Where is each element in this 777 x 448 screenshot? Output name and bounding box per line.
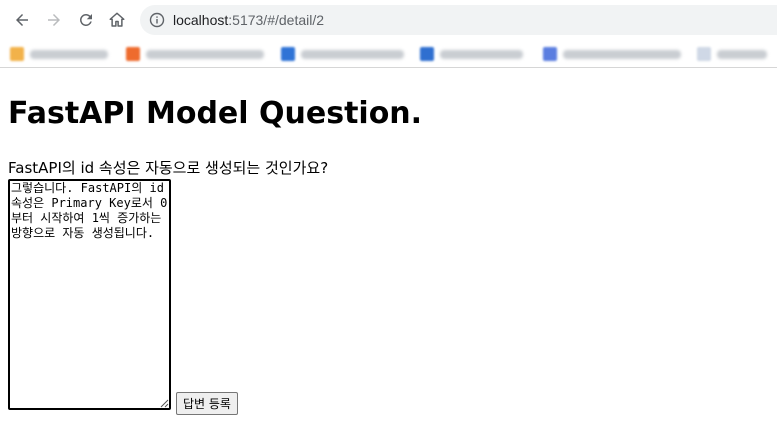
submit-answer-button[interactable]: 답변 등록 xyxy=(176,392,238,415)
reload-icon[interactable] xyxy=(75,9,97,31)
bookmark-item[interactable] xyxy=(281,46,406,62)
resize-grip-icon[interactable] xyxy=(159,398,169,408)
home-icon[interactable] xyxy=(106,9,128,31)
bookmark-favicon-icon xyxy=(697,47,711,61)
bookmark-item[interactable] xyxy=(420,46,525,62)
info-icon[interactable] xyxy=(149,12,165,28)
bookmark-item[interactable] xyxy=(10,46,110,62)
bookmark-item[interactable] xyxy=(543,46,683,62)
url-text: localhost:5173/#/detail/2 xyxy=(173,12,325,28)
question-text: FastAPI의 id 속성은 자동으로 생성되는 것인가요? xyxy=(8,159,329,177)
page-title: FastAPI Model Question. xyxy=(8,96,423,131)
bookmark-item[interactable] xyxy=(126,46,266,62)
bookmarks-bar xyxy=(0,40,777,68)
bookmark-favicon-icon xyxy=(10,47,24,61)
bookmark-favicon-icon xyxy=(420,47,434,61)
bookmark-item[interactable] xyxy=(697,46,772,62)
forward-arrow-icon[interactable] xyxy=(43,9,65,31)
answer-textarea[interactable] xyxy=(8,179,171,410)
bookmark-favicon-icon xyxy=(281,47,295,61)
address-bar[interactable]: localhost:5173/#/detail/2 xyxy=(140,5,777,35)
bookmark-favicon-icon xyxy=(543,47,557,61)
back-arrow-icon[interactable] xyxy=(11,9,33,31)
browser-toolbar: localhost:5173/#/detail/2 xyxy=(0,0,777,40)
bookmark-favicon-icon xyxy=(126,47,140,61)
